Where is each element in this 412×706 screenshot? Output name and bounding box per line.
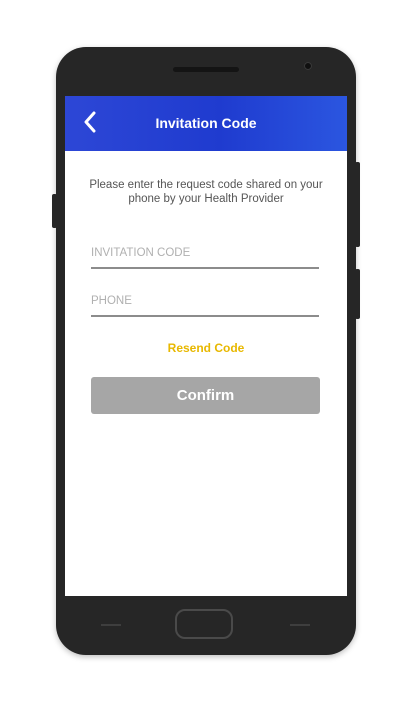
confirm-button[interactable]: Confirm bbox=[91, 377, 320, 414]
app-screen: Invitation Code Please enter the request… bbox=[65, 96, 347, 596]
side-button bbox=[355, 269, 360, 319]
earpiece-speaker bbox=[173, 67, 239, 72]
invitation-code-input[interactable] bbox=[91, 239, 319, 269]
page-title: Invitation Code bbox=[155, 115, 257, 131]
resend-code-link[interactable]: Resend Code bbox=[65, 341, 347, 355]
home-button[interactable] bbox=[175, 609, 233, 639]
back-nav-key[interactable] bbox=[101, 624, 121, 626]
back-button[interactable] bbox=[79, 110, 103, 134]
recent-apps-key[interactable] bbox=[290, 624, 310, 626]
power-button bbox=[355, 162, 360, 247]
chevron-left-icon bbox=[84, 111, 96, 133]
instructions-text: Please enter the request code shared on … bbox=[89, 179, 323, 205]
volume-button bbox=[52, 194, 57, 228]
app-header: Invitation Code bbox=[65, 96, 347, 151]
phone-input[interactable] bbox=[91, 287, 319, 317]
phone-frame: Invitation Code Please enter the request… bbox=[52, 47, 360, 655]
front-camera bbox=[304, 62, 312, 70]
